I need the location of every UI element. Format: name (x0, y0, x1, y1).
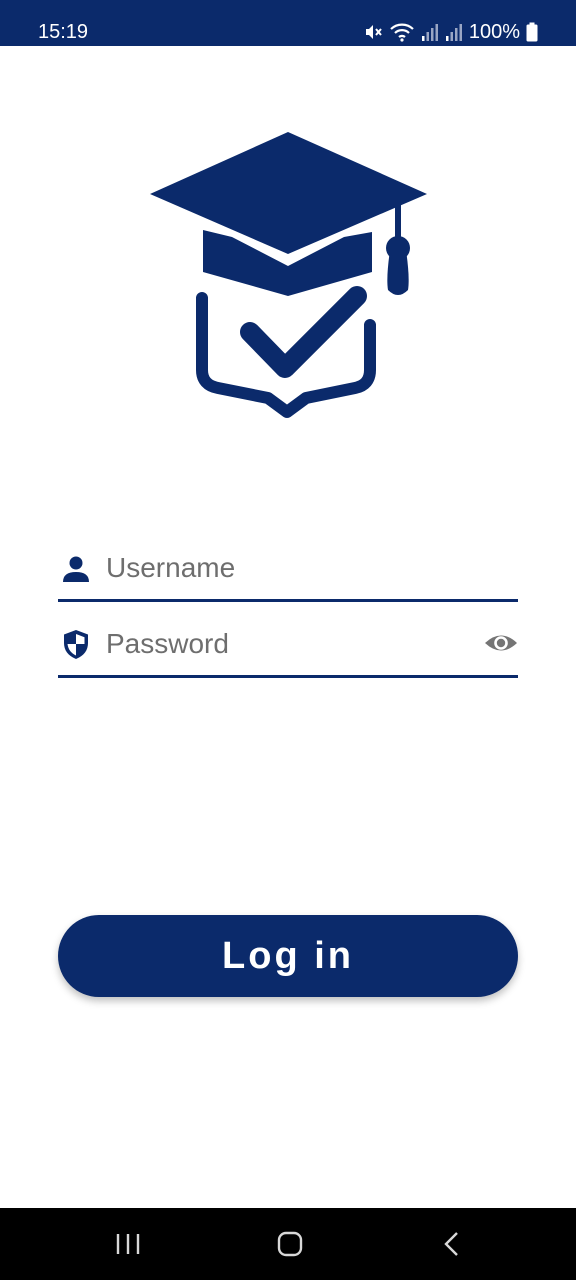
signal-icon (421, 24, 438, 41)
password-placeholder: Password (106, 628, 229, 659)
mute-icon (365, 25, 382, 39)
password-field[interactable]: Password (58, 622, 518, 678)
graduation-cap-check-icon (150, 132, 427, 418)
back-icon[interactable] (436, 1230, 468, 1258)
wifi-icon (390, 23, 414, 42)
status-time: 15:19 (38, 21, 89, 43)
eye-icon[interactable] (484, 628, 518, 658)
battery-percent: 100% (468, 21, 520, 43)
username-placeholder: Username (106, 552, 236, 583)
home-icon[interactable] (274, 1230, 306, 1258)
person-icon (63, 556, 89, 582)
username-field[interactable]: Username (58, 546, 518, 602)
status-icons: 100% (363, 20, 538, 44)
signal-icon (445, 24, 462, 41)
login-button[interactable]: Log in (58, 915, 518, 997)
recents-icon[interactable] (112, 1230, 144, 1258)
shield-icon (64, 630, 88, 659)
status-bar: 15:19 100% (0, 0, 576, 46)
battery-icon (526, 22, 538, 42)
navigation-bar (0, 1208, 576, 1280)
